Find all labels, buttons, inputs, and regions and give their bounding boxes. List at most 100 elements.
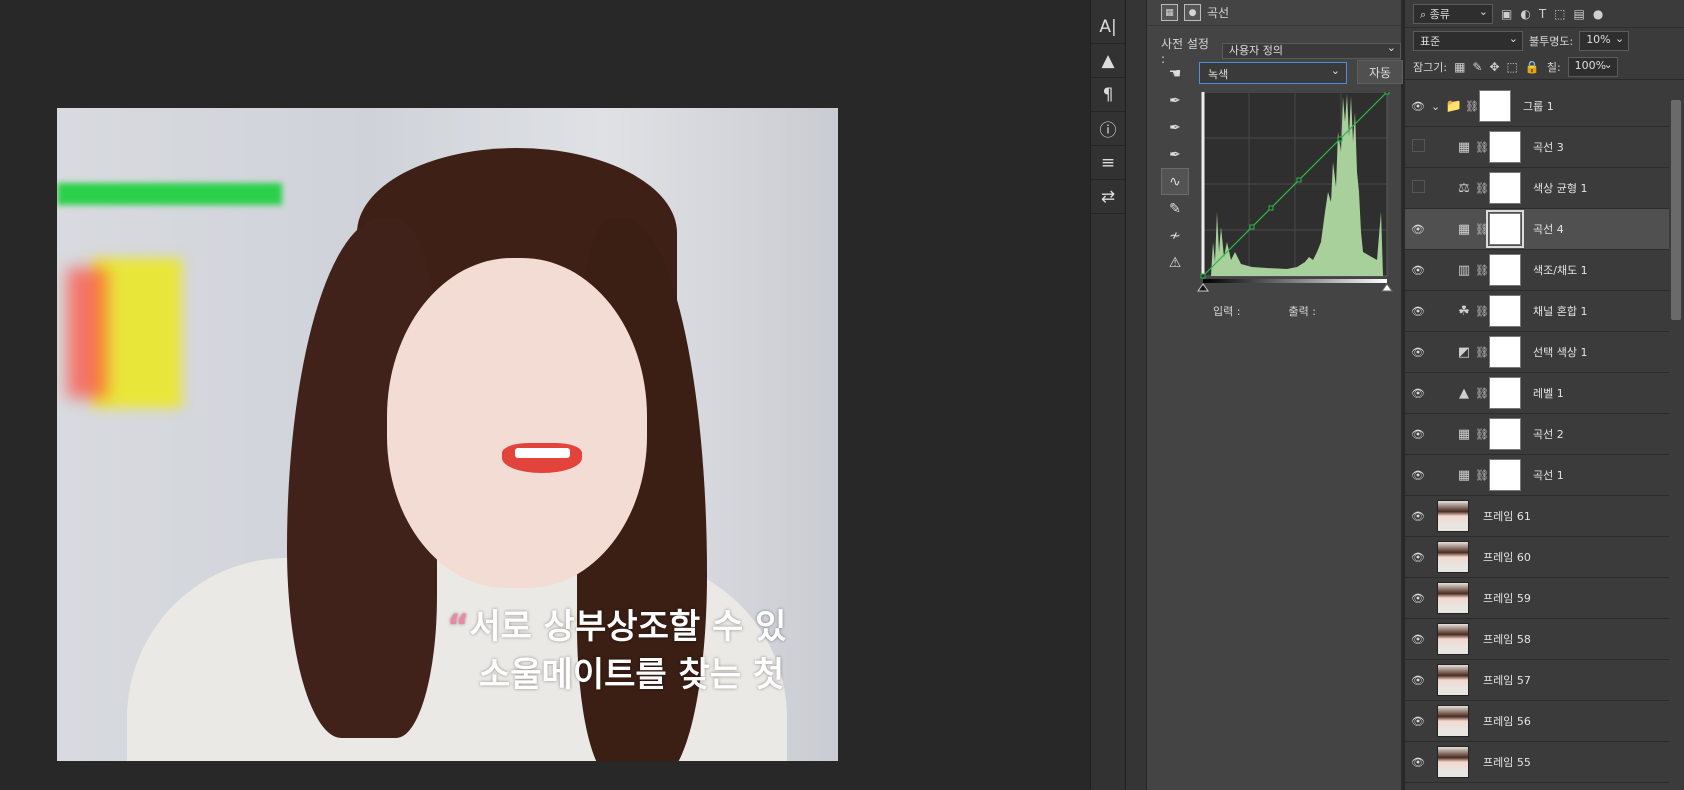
paragraph-panel-icon[interactable]: ¶ [1091, 78, 1125, 112]
curves-graph[interactable] [1197, 92, 1393, 292]
layer-row[interactable]: 👁 프레임 59 [1405, 578, 1669, 619]
layer-mask-thumbnail[interactable] [1489, 336, 1521, 368]
layer-row[interactable]: ⚖ ⛓ 색상 균형 1 [1405, 168, 1669, 209]
lock-position-icon[interactable]: ✥ [1489, 60, 1499, 74]
link-chain-icon[interactable]: ⛓ [1475, 428, 1489, 441]
preset-select[interactable]: 사용자 정의 [1221, 41, 1401, 59]
link-chain-icon[interactable]: ⛓ [1475, 387, 1489, 400]
white-eyedropper-icon[interactable]: ✒ [1161, 141, 1189, 168]
visibility-eye-icon[interactable]: 👁 [1405, 551, 1431, 564]
layer-mask-thumbnail[interactable] [1489, 172, 1521, 204]
adjust-sliders-icon[interactable]: ⇄ [1091, 180, 1125, 214]
black-eyedropper-icon[interactable]: ✒ [1161, 87, 1189, 114]
link-chain-icon[interactable]: ⛓ [1475, 141, 1489, 154]
layers-scrollbar[interactable] [1671, 100, 1681, 320]
layer-mask-thumbnail[interactable] [1489, 459, 1521, 491]
layer-row[interactable]: ▦ ⛓ 곡선 3 [1405, 127, 1669, 168]
link-chain-icon[interactable]: ⛓ [1475, 305, 1489, 318]
group-expand-chevron-icon[interactable]: ⌄ [1431, 100, 1443, 113]
layer-mask-thumbnail[interactable] [1489, 295, 1521, 327]
smooth-curve-icon[interactable]: ≁ [1161, 222, 1189, 249]
visibility-eye-icon[interactable]: 👁 [1405, 633, 1431, 646]
curve-tools: ☚ ✒ ✒ ✒ ∿ ✎ ≁ ⚠ [1161, 60, 1189, 276]
opacity-input[interactable]: 10% [1579, 31, 1630, 51]
link-chain-icon[interactable]: ⛓ [1475, 346, 1489, 359]
layer-row[interactable]: 👁 ◩ ⛓ 선택 색상 1 [1405, 332, 1669, 373]
layer-thumbnail [1437, 705, 1469, 737]
layer-row[interactable]: 👁 ⌄ 📁 ⛓ 그룹 1 [1405, 86, 1669, 127]
glyph-panel-icon[interactable]: ▲ [1091, 44, 1125, 78]
layer-row[interactable]: 👁 프레임 58 [1405, 619, 1669, 660]
link-chain-icon[interactable]: ⛓ [1475, 223, 1489, 236]
blend-row: 표준 불투명도: 10% [1405, 28, 1684, 54]
layer-row[interactable]: 👁 프레임 61 [1405, 496, 1669, 537]
visibility-eye-icon[interactable] [1405, 180, 1431, 196]
layer-row[interactable]: 👁 ▦ ⛓ 곡선 1 [1405, 455, 1669, 496]
layer-mask-thumbnail[interactable] [1479, 90, 1511, 122]
visibility-eye-icon[interactable]: 👁 [1405, 346, 1431, 359]
link-chain-icon[interactable]: ⛓ [1475, 264, 1489, 277]
layer-row[interactable]: 👁 프레임 55 [1405, 742, 1669, 783]
layer-name: 프레임 58 [1483, 633, 1531, 646]
lock-paint-icon[interactable]: ✎ [1472, 60, 1482, 74]
visibility-eye-icon[interactable]: 👁 [1405, 469, 1431, 482]
layer-row[interactable]: 👁 ▦ ⛓ 곡선 2 [1405, 414, 1669, 455]
quote-mark: “ [447, 607, 470, 647]
pencil-draw-icon[interactable]: ✎ [1161, 195, 1189, 222]
visibility-eye-icon[interactable]: 👁 [1405, 264, 1431, 277]
info-panel-icon[interactable]: ⓘ [1091, 112, 1125, 146]
clipping-warning-icon[interactable]: ⚠ [1161, 249, 1189, 276]
brush-settings-icon[interactable]: ≡ [1091, 146, 1125, 180]
type-filter-icon[interactable]: T [1539, 7, 1546, 21]
curve-point-tool-icon[interactable]: ∿ [1161, 168, 1189, 195]
visibility-eye-icon[interactable]: 👁 [1405, 674, 1431, 687]
visibility-eye-icon[interactable]: 👁 [1405, 510, 1431, 523]
layer-row[interactable]: 👁 ▲ ⛓ 레벨 1 [1405, 373, 1669, 414]
link-chain-icon[interactable]: ⛓ [1475, 469, 1489, 482]
adjustment-filter-icon[interactable]: ◐ [1520, 7, 1530, 21]
layer-mask-thumbnail[interactable] [1489, 418, 1521, 450]
visibility-eye-icon[interactable]: 👁 [1405, 387, 1431, 400]
document-canvas[interactable]: “서로 상부상조할 수 있 소울메이트를 찾는 첫 [0, 0, 1090, 790]
character-panel-icon[interactable]: A| [1091, 10, 1125, 44]
shape-filter-icon[interactable]: ⬚ [1554, 7, 1565, 21]
visibility-eye-icon[interactable]: 👁 [1405, 592, 1431, 605]
lock-all-icon[interactable]: 🔒 [1525, 60, 1540, 74]
lock-transparency-icon[interactable]: ▦ [1454, 60, 1465, 74]
smart-object-filter-icon[interactable]: ▤ [1574, 7, 1585, 21]
layer-row[interactable]: 👁 ☘ ⛓ 채널 혼합 1 [1405, 291, 1669, 332]
channel-select[interactable]: 녹색 [1199, 62, 1347, 84]
visibility-eye-icon[interactable] [1405, 139, 1431, 155]
layer-row[interactable]: 👁 프레임 57 [1405, 660, 1669, 701]
layer-row[interactable]: 👁 프레임 56 [1405, 701, 1669, 742]
filter-toggle-icon[interactable]: ● [1593, 7, 1603, 21]
visibility-eye-icon[interactable]: 👁 [1405, 223, 1431, 236]
layer-thumbnail [1437, 623, 1469, 655]
layer-row[interactable]: 👁 ▦ ⛓ 곡선 4 [1405, 209, 1669, 250]
mask-icon[interactable]: ● [1184, 4, 1201, 21]
layer-row[interactable]: 👁 프레임 60 [1405, 537, 1669, 578]
visibility-eye-icon[interactable]: 👁 [1405, 428, 1431, 441]
visibility-eye-icon[interactable]: 👁 [1405, 305, 1431, 318]
curves-adjustment-icon[interactable]: ▦ [1161, 4, 1178, 21]
layer-mask-thumbnail[interactable] [1486, 210, 1524, 248]
pixel-filter-icon[interactable]: ▣ [1501, 7, 1512, 21]
layer-mask-thumbnail[interactable] [1489, 131, 1521, 163]
blend-mode-select[interactable]: 표준 [1413, 31, 1523, 51]
output-label: 출력 : [1288, 305, 1316, 318]
visibility-eye-icon[interactable]: 👁 [1405, 100, 1431, 113]
layer-mask-thumbnail[interactable] [1489, 254, 1521, 286]
layer-filter-select[interactable]: ⌕ 종류 [1413, 3, 1493, 24]
link-chain-icon[interactable]: ⛓ [1465, 100, 1479, 113]
layer-mask-thumbnail[interactable] [1489, 377, 1521, 409]
fill-input[interactable]: 100% [1567, 56, 1618, 77]
gray-eyedropper-icon[interactable]: ✒ [1161, 114, 1189, 141]
link-chain-icon[interactable]: ⛓ [1475, 182, 1489, 195]
lock-artboard-icon[interactable]: ⬚ [1507, 60, 1518, 74]
layer-row[interactable]: 👁 ▥ ⛓ 색조/채도 1 [1405, 250, 1669, 291]
visibility-eye-icon[interactable]: 👁 [1405, 756, 1431, 769]
target-adjust-icon[interactable]: ☚ [1161, 60, 1189, 87]
layers-filter-row: ⌕ 종류 ▣ ◐ T ⬚ ▤ ● [1405, 0, 1684, 28]
auto-button[interactable]: 자동 [1357, 60, 1403, 84]
visibility-eye-icon[interactable]: 👁 [1405, 715, 1431, 728]
